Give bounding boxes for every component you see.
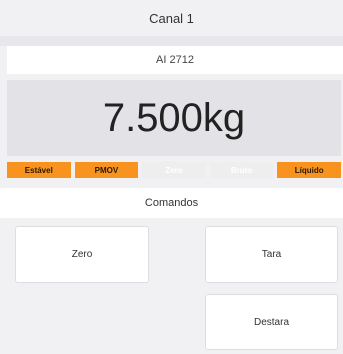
status-zero: Zero	[142, 162, 206, 178]
commands-title: Comandos	[0, 188, 343, 218]
untare-button[interactable]: Destara	[205, 294, 338, 350]
weight-display: 7.500kg	[7, 80, 341, 156]
status-stable: Estável	[7, 162, 71, 178]
tare-button[interactable]: Tara	[205, 226, 338, 283]
status-pmov: PMOV	[74, 162, 139, 178]
status-gross: Bruto	[209, 162, 274, 178]
scale-channel-panel: Canal 1 AI 2712 7.500kg Estável PMOV Zer…	[0, 0, 343, 354]
channel-title: Canal 1	[0, 0, 343, 36]
status-net: Líquido	[277, 162, 341, 178]
zero-button[interactable]: Zero	[15, 226, 149, 283]
device-name: AI 2712	[7, 46, 343, 74]
header-divider	[0, 36, 343, 46]
status-indicators: Estável PMOV Zero Bruto Líquido	[7, 162, 341, 178]
